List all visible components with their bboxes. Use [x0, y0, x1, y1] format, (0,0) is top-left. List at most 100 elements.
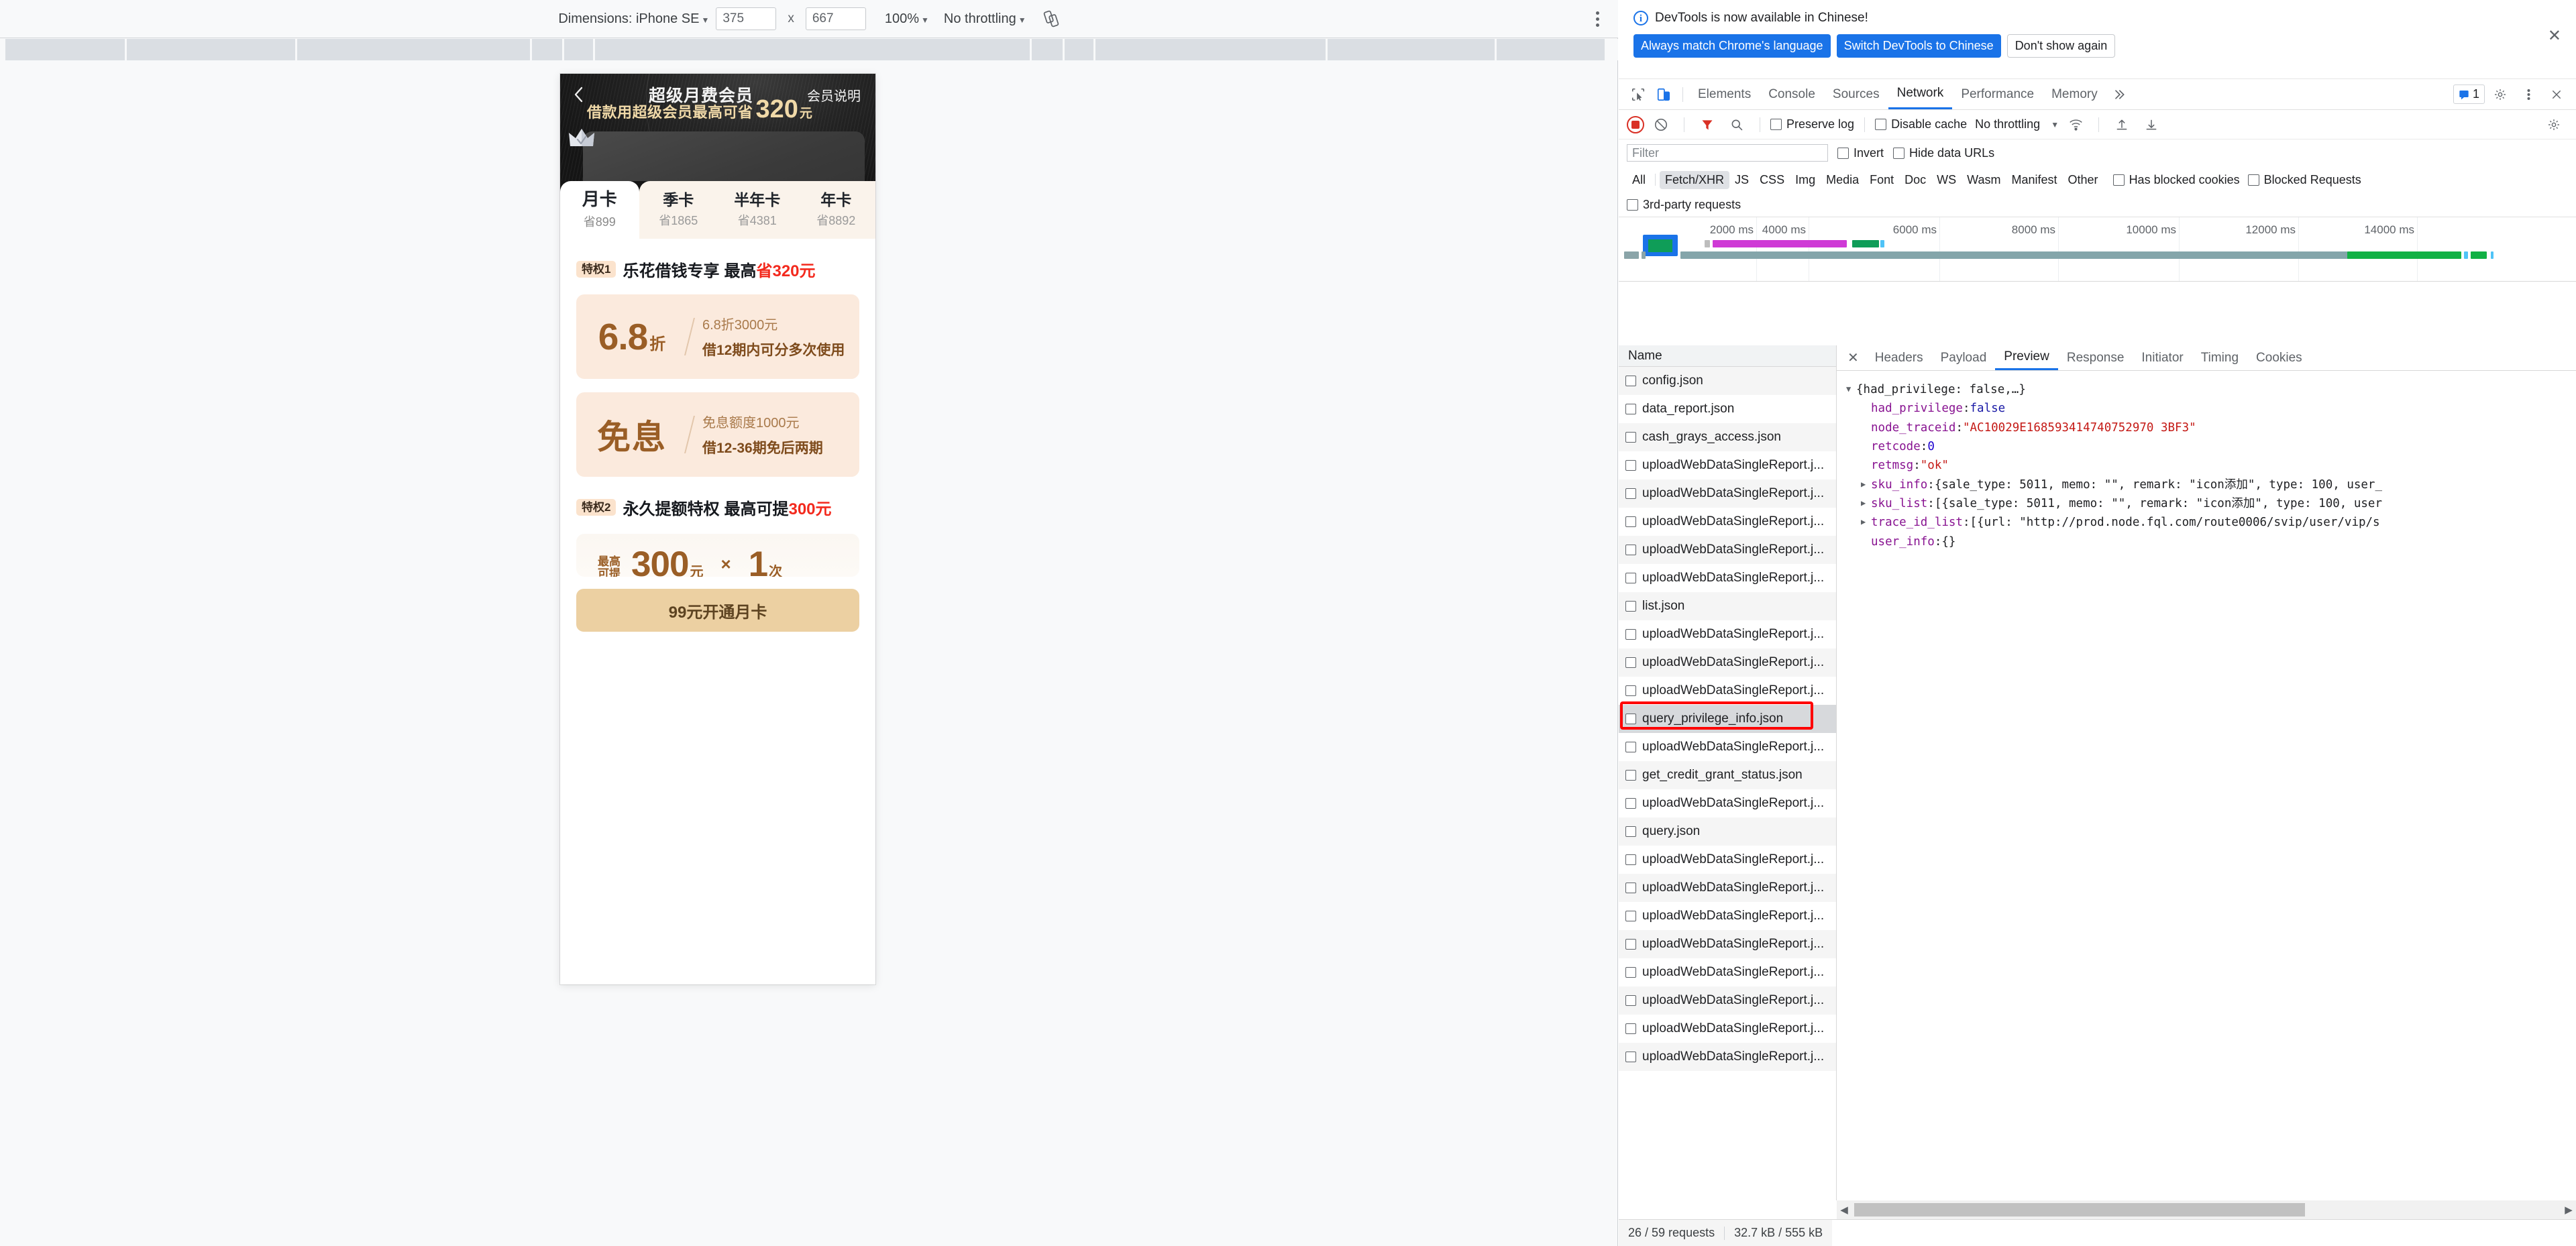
detail-tab-timing[interactable]: Timing — [2192, 345, 2247, 370]
request-checkbox[interactable] — [1625, 995, 1636, 1006]
request-checkbox[interactable] — [1625, 854, 1636, 865]
record-stop-icon[interactable] — [1627, 115, 1644, 133]
message-count-badge[interactable]: 1 — [2453, 84, 2485, 104]
tab-memory[interactable]: Memory — [2043, 79, 2106, 109]
scroll-right-icon[interactable]: ▶ — [2561, 1204, 2576, 1216]
request-checkbox[interactable] — [1625, 1052, 1636, 1062]
gear-icon[interactable] — [2489, 83, 2512, 106]
json-row[interactable]: retmsg: "ok" — [1846, 456, 2576, 475]
request-checkbox[interactable] — [1625, 601, 1636, 612]
request-checkbox[interactable] — [1625, 488, 1636, 499]
detail-tab-cookies[interactable]: Cookies — [2247, 345, 2311, 370]
type-filter-media[interactable]: Media — [1821, 171, 1864, 189]
device-toolbar-icon[interactable] — [1652, 83, 1675, 106]
request-row[interactable]: uploadWebDataSingleReport.j... — [1619, 508, 1836, 536]
plan-tab-quarter[interactable]: 季卡 省1865 — [639, 181, 718, 239]
export-har-icon[interactable] — [2140, 113, 2163, 136]
rotate-icon[interactable] — [1042, 10, 1060, 27]
dont-show-again-button[interactable]: Don't show again — [2006, 34, 2116, 58]
search-icon[interactable] — [1725, 113, 1748, 136]
request-checkbox[interactable] — [1625, 460, 1636, 471]
request-row[interactable]: uploadWebDataSingleReport.j... — [1619, 648, 1836, 677]
request-list-header[interactable]: Name — [1619, 345, 1836, 367]
plan-tab-month[interactable]: 月卡 省899 — [560, 181, 639, 239]
network-throttling-dropdown[interactable]: No throttling — [1975, 117, 2040, 131]
json-row[interactable]: ▶ sku_list: [{sale_type: 5011, memo: "", … — [1846, 494, 2576, 513]
request-row[interactable]: uploadWebDataSingleReport.j... — [1619, 564, 1836, 592]
type-filter-all[interactable]: All — [1627, 171, 1651, 189]
invert-checkbox[interactable]: Invert — [1837, 146, 1884, 160]
subscribe-button[interactable]: 99元开通月卡 — [576, 589, 859, 632]
dimensions-dropdown[interactable]: Dimensions: iPhone SE ▼ — [558, 11, 709, 27]
filter-input[interactable]: Filter — [1627, 144, 1828, 162]
scroll-left-icon[interactable]: ◀ — [1837, 1204, 1851, 1216]
request-row[interactable]: list.json — [1619, 592, 1836, 620]
chevron-down-icon[interactable]: ▼ — [1846, 380, 1856, 396]
request-checkbox[interactable] — [1625, 714, 1636, 724]
request-row[interactable]: uploadWebDataSingleReport.j... — [1619, 958, 1836, 986]
back-button[interactable] — [560, 86, 598, 103]
type-filter-img[interactable]: Img — [1790, 171, 1821, 189]
switch-to-chinese-button[interactable]: Switch DevTools to Chinese — [1836, 34, 2001, 58]
third-party-requests-checkbox[interactable]: 3rd-party requests — [1627, 198, 1741, 212]
type-filter-font[interactable]: Font — [1864, 171, 1899, 189]
request-checkbox[interactable] — [1625, 826, 1636, 837]
has-blocked-cookies-checkbox[interactable]: Has blocked cookies — [2112, 173, 2240, 187]
request-row[interactable]: query_privilege_info.json — [1619, 705, 1836, 733]
request-checkbox[interactable] — [1625, 657, 1636, 668]
json-row[interactable]: node_traceid: "AC10029E16859341474075297… — [1846, 418, 2576, 437]
horizontal-scrollbar[interactable]: ◀ ▶ — [1837, 1200, 2576, 1219]
request-checkbox[interactable] — [1625, 770, 1636, 781]
type-filter-ws[interactable]: WS — [1931, 171, 1962, 189]
tab-console[interactable]: Console — [1760, 79, 1824, 109]
request-row[interactable]: uploadWebDataSingleReport.j... — [1619, 986, 1836, 1015]
zoom-dropdown[interactable]: 100% ▼ — [885, 11, 929, 27]
tab-sources[interactable]: Sources — [1824, 79, 1888, 109]
disable-cache-checkbox[interactable]: Disable cache — [1875, 117, 1967, 131]
request-checkbox[interactable] — [1625, 629, 1636, 640]
request-checkbox[interactable] — [1625, 798, 1636, 809]
hide-data-urls-checkbox[interactable]: Hide data URLs — [1893, 146, 1994, 160]
tab-performance[interactable]: Performance — [1952, 79, 2043, 109]
inspect-element-icon[interactable] — [1627, 83, 1650, 106]
overview-selection-window[interactable] — [1643, 235, 1678, 256]
request-checkbox[interactable] — [1625, 376, 1636, 386]
type-filter-fetch-xhr[interactable]: Fetch/XHR — [1660, 170, 1730, 189]
tab-network[interactable]: Network — [1888, 79, 1953, 109]
tab-elements[interactable]: Elements — [1689, 79, 1760, 109]
always-match-language-button[interactable]: Always match Chrome's language — [1633, 34, 1831, 58]
scrollbar-thumb[interactable] — [1854, 1203, 2305, 1216]
type-filter-other[interactable]: Other — [2063, 171, 2104, 189]
detail-tab-initiator[interactable]: Initiator — [2133, 345, 2192, 370]
request-row[interactable]: uploadWebDataSingleReport.j... — [1619, 479, 1836, 508]
request-row[interactable]: uploadWebDataSingleReport.j... — [1619, 677, 1836, 705]
request-row[interactable]: uploadWebDataSingleReport.j... — [1619, 874, 1836, 902]
chevron-right-icon[interactable]: ▶ — [1861, 475, 1871, 491]
json-row[interactable]: had_privilege: false — [1846, 399, 2576, 418]
chevron-right-icon[interactable]: ▶ — [1861, 494, 1871, 510]
detail-tab-headers[interactable]: Headers — [1866, 345, 1932, 370]
json-row[interactable]: retcode: 0 — [1846, 437, 2576, 456]
request-row[interactable]: uploadWebDataSingleReport.j... — [1619, 1043, 1836, 1071]
request-checkbox[interactable] — [1625, 967, 1636, 978]
device-more-options-icon[interactable] — [1596, 11, 1599, 27]
plan-tab-halfyear[interactable]: 半年卡 省4381 — [718, 181, 797, 239]
type-filter-js[interactable]: JS — [1729, 171, 1754, 189]
chevron-right-icon[interactable]: ▶ — [1861, 513, 1871, 528]
request-checkbox[interactable] — [1625, 545, 1636, 555]
json-root-row[interactable]: ▼ {had_privilege: false,…} — [1846, 380, 2576, 399]
request-checkbox[interactable] — [1625, 432, 1636, 443]
import-har-icon[interactable] — [2110, 113, 2133, 136]
type-filter-manifest[interactable]: Manifest — [2006, 171, 2063, 189]
request-row[interactable]: uploadWebDataSingleReport.j... — [1619, 536, 1836, 564]
detail-tab-preview[interactable]: Preview — [1995, 345, 2058, 370]
throttling-dropdown[interactable]: No throttling ▼ — [944, 11, 1026, 27]
json-row[interactable]: ▶ sku_info: {sale_type: 5011, memo: "", r… — [1846, 475, 2576, 494]
preserve-log-checkbox[interactable]: Preserve log — [1770, 117, 1854, 131]
detail-tab-payload[interactable]: Payload — [1932, 345, 1996, 370]
chevron-double-right-icon[interactable] — [2108, 83, 2131, 106]
request-row[interactable]: uploadWebDataSingleReport.j... — [1619, 846, 1836, 874]
network-conditions-icon[interactable] — [2064, 113, 2087, 136]
plan-tab-year[interactable]: 年卡 省8892 — [796, 181, 875, 239]
close-icon[interactable]: ✕ — [2548, 28, 2561, 44]
